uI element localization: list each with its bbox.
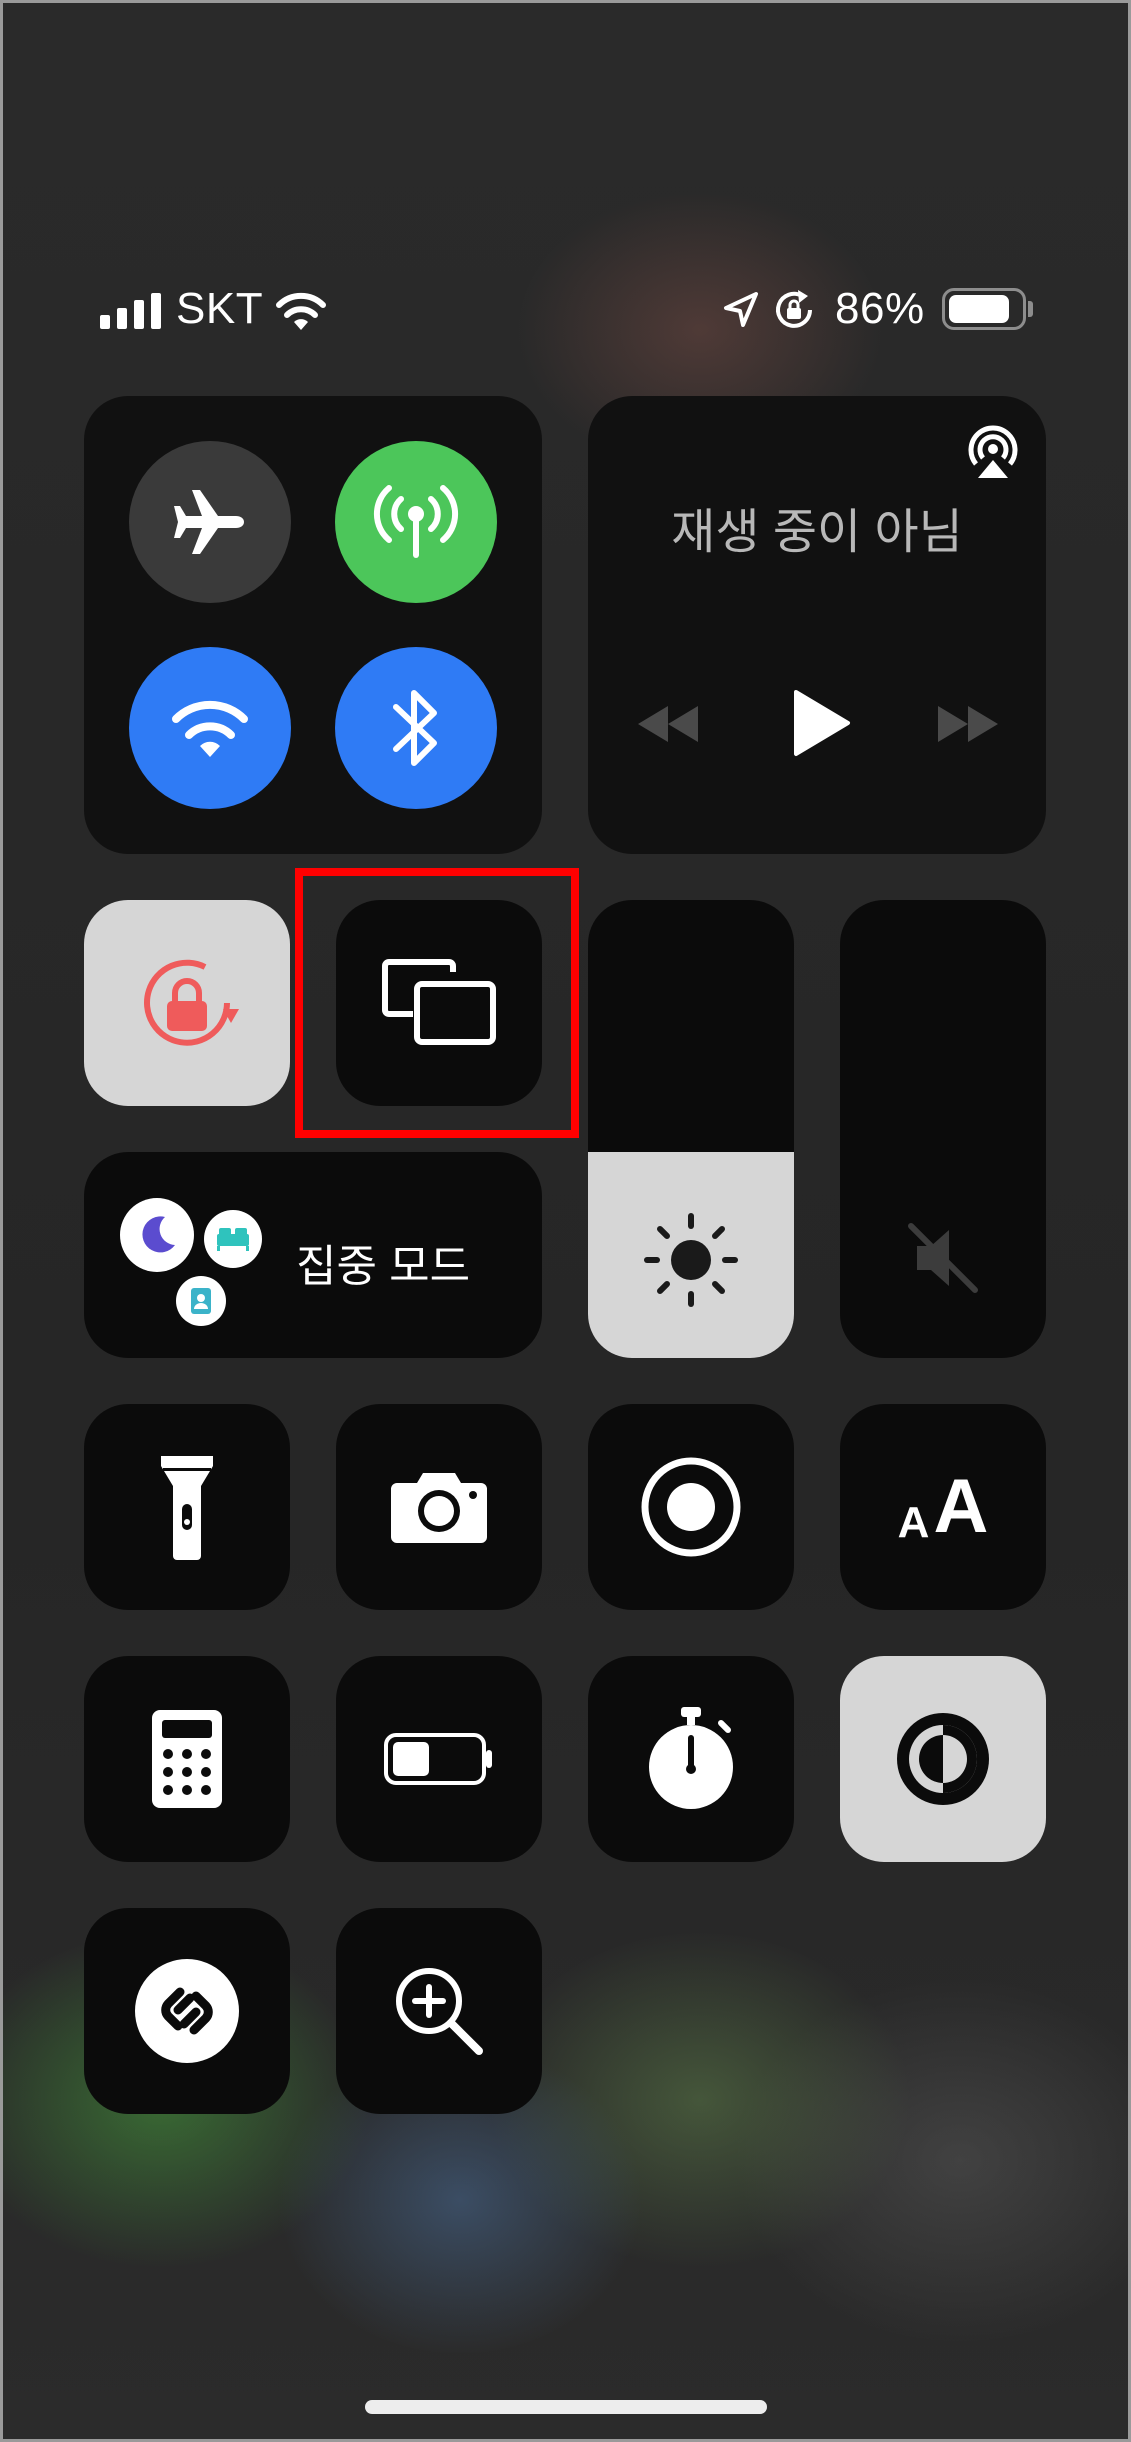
highlight-box xyxy=(295,868,579,1138)
focus-mode-button[interactable]: 집중 모드 xyxy=(84,1152,542,1358)
low-power-mode-button[interactable] xyxy=(336,1656,542,1862)
timer-button[interactable] xyxy=(588,1656,794,1862)
record-icon xyxy=(641,1457,741,1557)
airplane-mode-toggle[interactable] xyxy=(129,441,291,603)
camera-button[interactable] xyxy=(336,1404,542,1610)
sun-icon xyxy=(644,1213,738,1307)
rewind-icon[interactable] xyxy=(634,702,702,746)
focus-mode-label: 집중 모드 xyxy=(296,1242,471,1291)
orientation-lock-icon xyxy=(776,290,812,328)
airplane-icon xyxy=(174,490,244,554)
moon-icon xyxy=(120,1198,194,1272)
magnifier-icon xyxy=(396,1968,483,2055)
orientation-lock-button[interactable] xyxy=(84,900,290,1106)
person-badge-icon xyxy=(176,1276,226,1326)
calculator-icon xyxy=(152,1710,222,1808)
camera-icon xyxy=(391,1473,487,1543)
calculator-button[interactable] xyxy=(84,1656,290,1862)
screen-recording-button[interactable] xyxy=(588,1404,794,1610)
battery-icon xyxy=(942,288,1026,330)
battery-icon xyxy=(384,1733,492,1785)
orientation-lock-icon xyxy=(144,959,239,1046)
now-playing-title: 재생 중이 아님 xyxy=(671,506,963,559)
bluetooth-icon xyxy=(393,690,437,766)
signal-icon xyxy=(100,293,161,329)
play-icon[interactable] xyxy=(790,688,852,758)
bluetooth-toggle[interactable] xyxy=(335,647,497,809)
magnifier-button[interactable] xyxy=(336,1908,542,2114)
dark-mode-button[interactable] xyxy=(840,1656,1046,1862)
brightness-slider[interactable] xyxy=(588,900,794,1358)
wifi-icon xyxy=(172,700,248,757)
bed-icon xyxy=(204,1210,262,1268)
airplay-icon[interactable] xyxy=(962,420,1024,482)
shazam-icon xyxy=(135,1959,239,2063)
text-size-icon: A A xyxy=(897,1464,989,1549)
antenna-icon xyxy=(373,485,459,558)
carrier-label: SKT xyxy=(176,284,264,333)
shazam-button[interactable] xyxy=(84,1908,290,2114)
cellular-data-toggle[interactable] xyxy=(335,441,497,603)
flashlight-icon xyxy=(161,1456,213,1560)
flashlight-button[interactable] xyxy=(84,1404,290,1610)
wifi-icon xyxy=(276,292,326,330)
wifi-toggle[interactable] xyxy=(129,647,291,809)
volume-slider[interactable] xyxy=(840,900,1046,1358)
speaker-muted-icon xyxy=(908,1223,978,1293)
connectivity-panel xyxy=(84,396,542,854)
text-size-button[interactable]: A A xyxy=(840,1404,1046,1610)
stopwatch-icon xyxy=(649,1707,733,1809)
home-indicator[interactable] xyxy=(365,2400,767,2414)
fast-forward-icon[interactable] xyxy=(934,702,1002,746)
now-playing-panel[interactable]: 재생 중이 아님 xyxy=(588,396,1046,854)
battery-percent: 86% xyxy=(835,284,925,333)
location-icon xyxy=(724,292,758,327)
dark-mode-icon xyxy=(897,1713,989,1805)
